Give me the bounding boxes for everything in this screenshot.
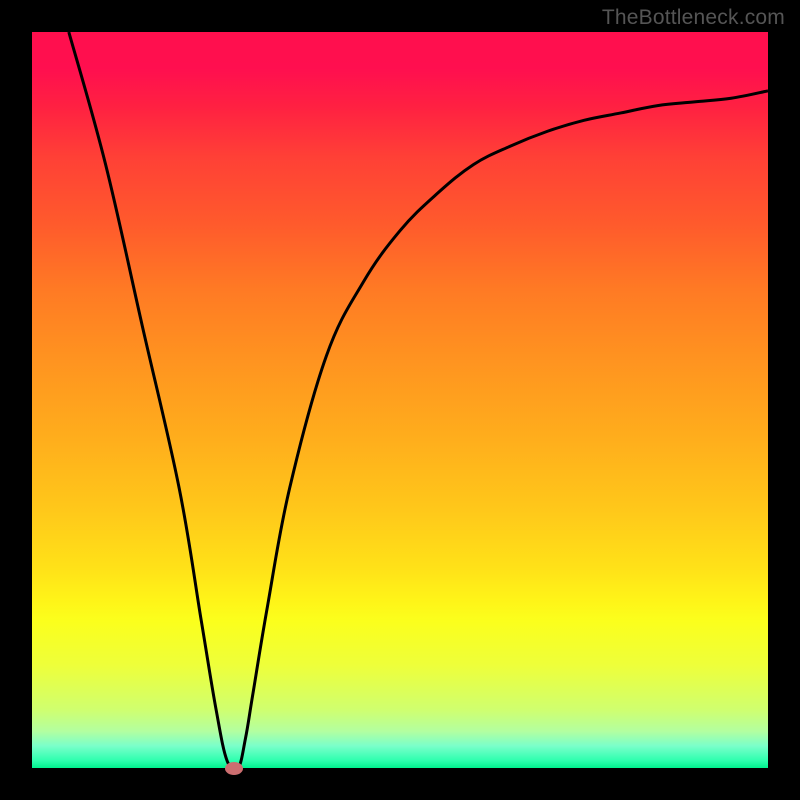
minimum-marker bbox=[225, 762, 243, 775]
bottleneck-curve bbox=[69, 32, 768, 768]
chart-container: TheBottleneck.com bbox=[0, 0, 800, 800]
curve-svg bbox=[32, 32, 768, 768]
attribution-text: TheBottleneck.com bbox=[602, 6, 785, 30]
plot-area bbox=[32, 32, 768, 768]
